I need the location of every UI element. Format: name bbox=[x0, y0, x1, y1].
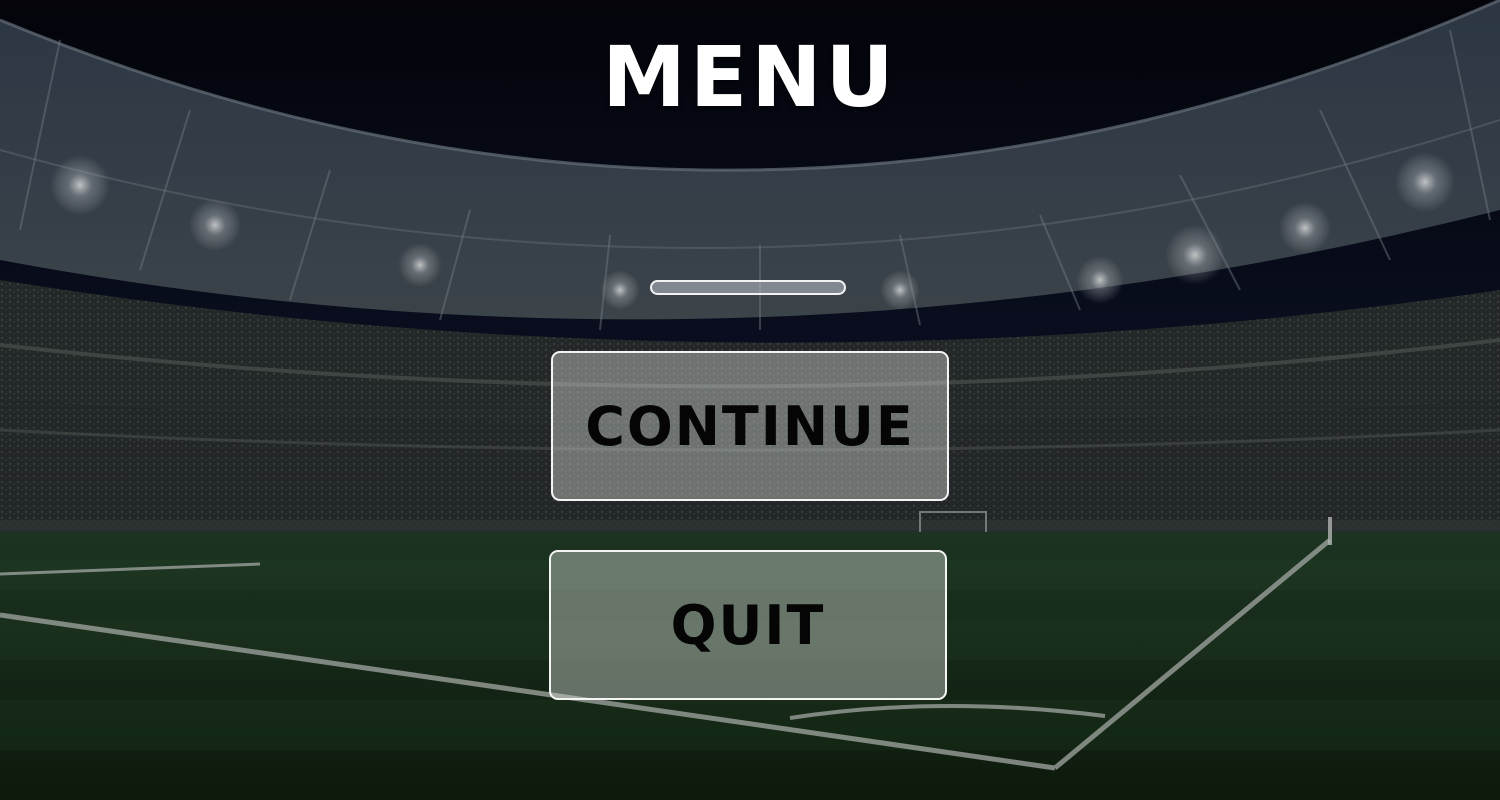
continue-button[interactable]: CONTINUE bbox=[551, 351, 949, 501]
quit-button-label: QUIT bbox=[670, 593, 826, 657]
continue-button-label: CONTINUE bbox=[585, 394, 915, 458]
game-menu-screen: MENU CONTINUE QUIT bbox=[0, 0, 1500, 800]
menu-title: MENU bbox=[602, 28, 898, 126]
loading-bar bbox=[650, 280, 846, 295]
quit-button[interactable]: QUIT bbox=[549, 550, 947, 700]
